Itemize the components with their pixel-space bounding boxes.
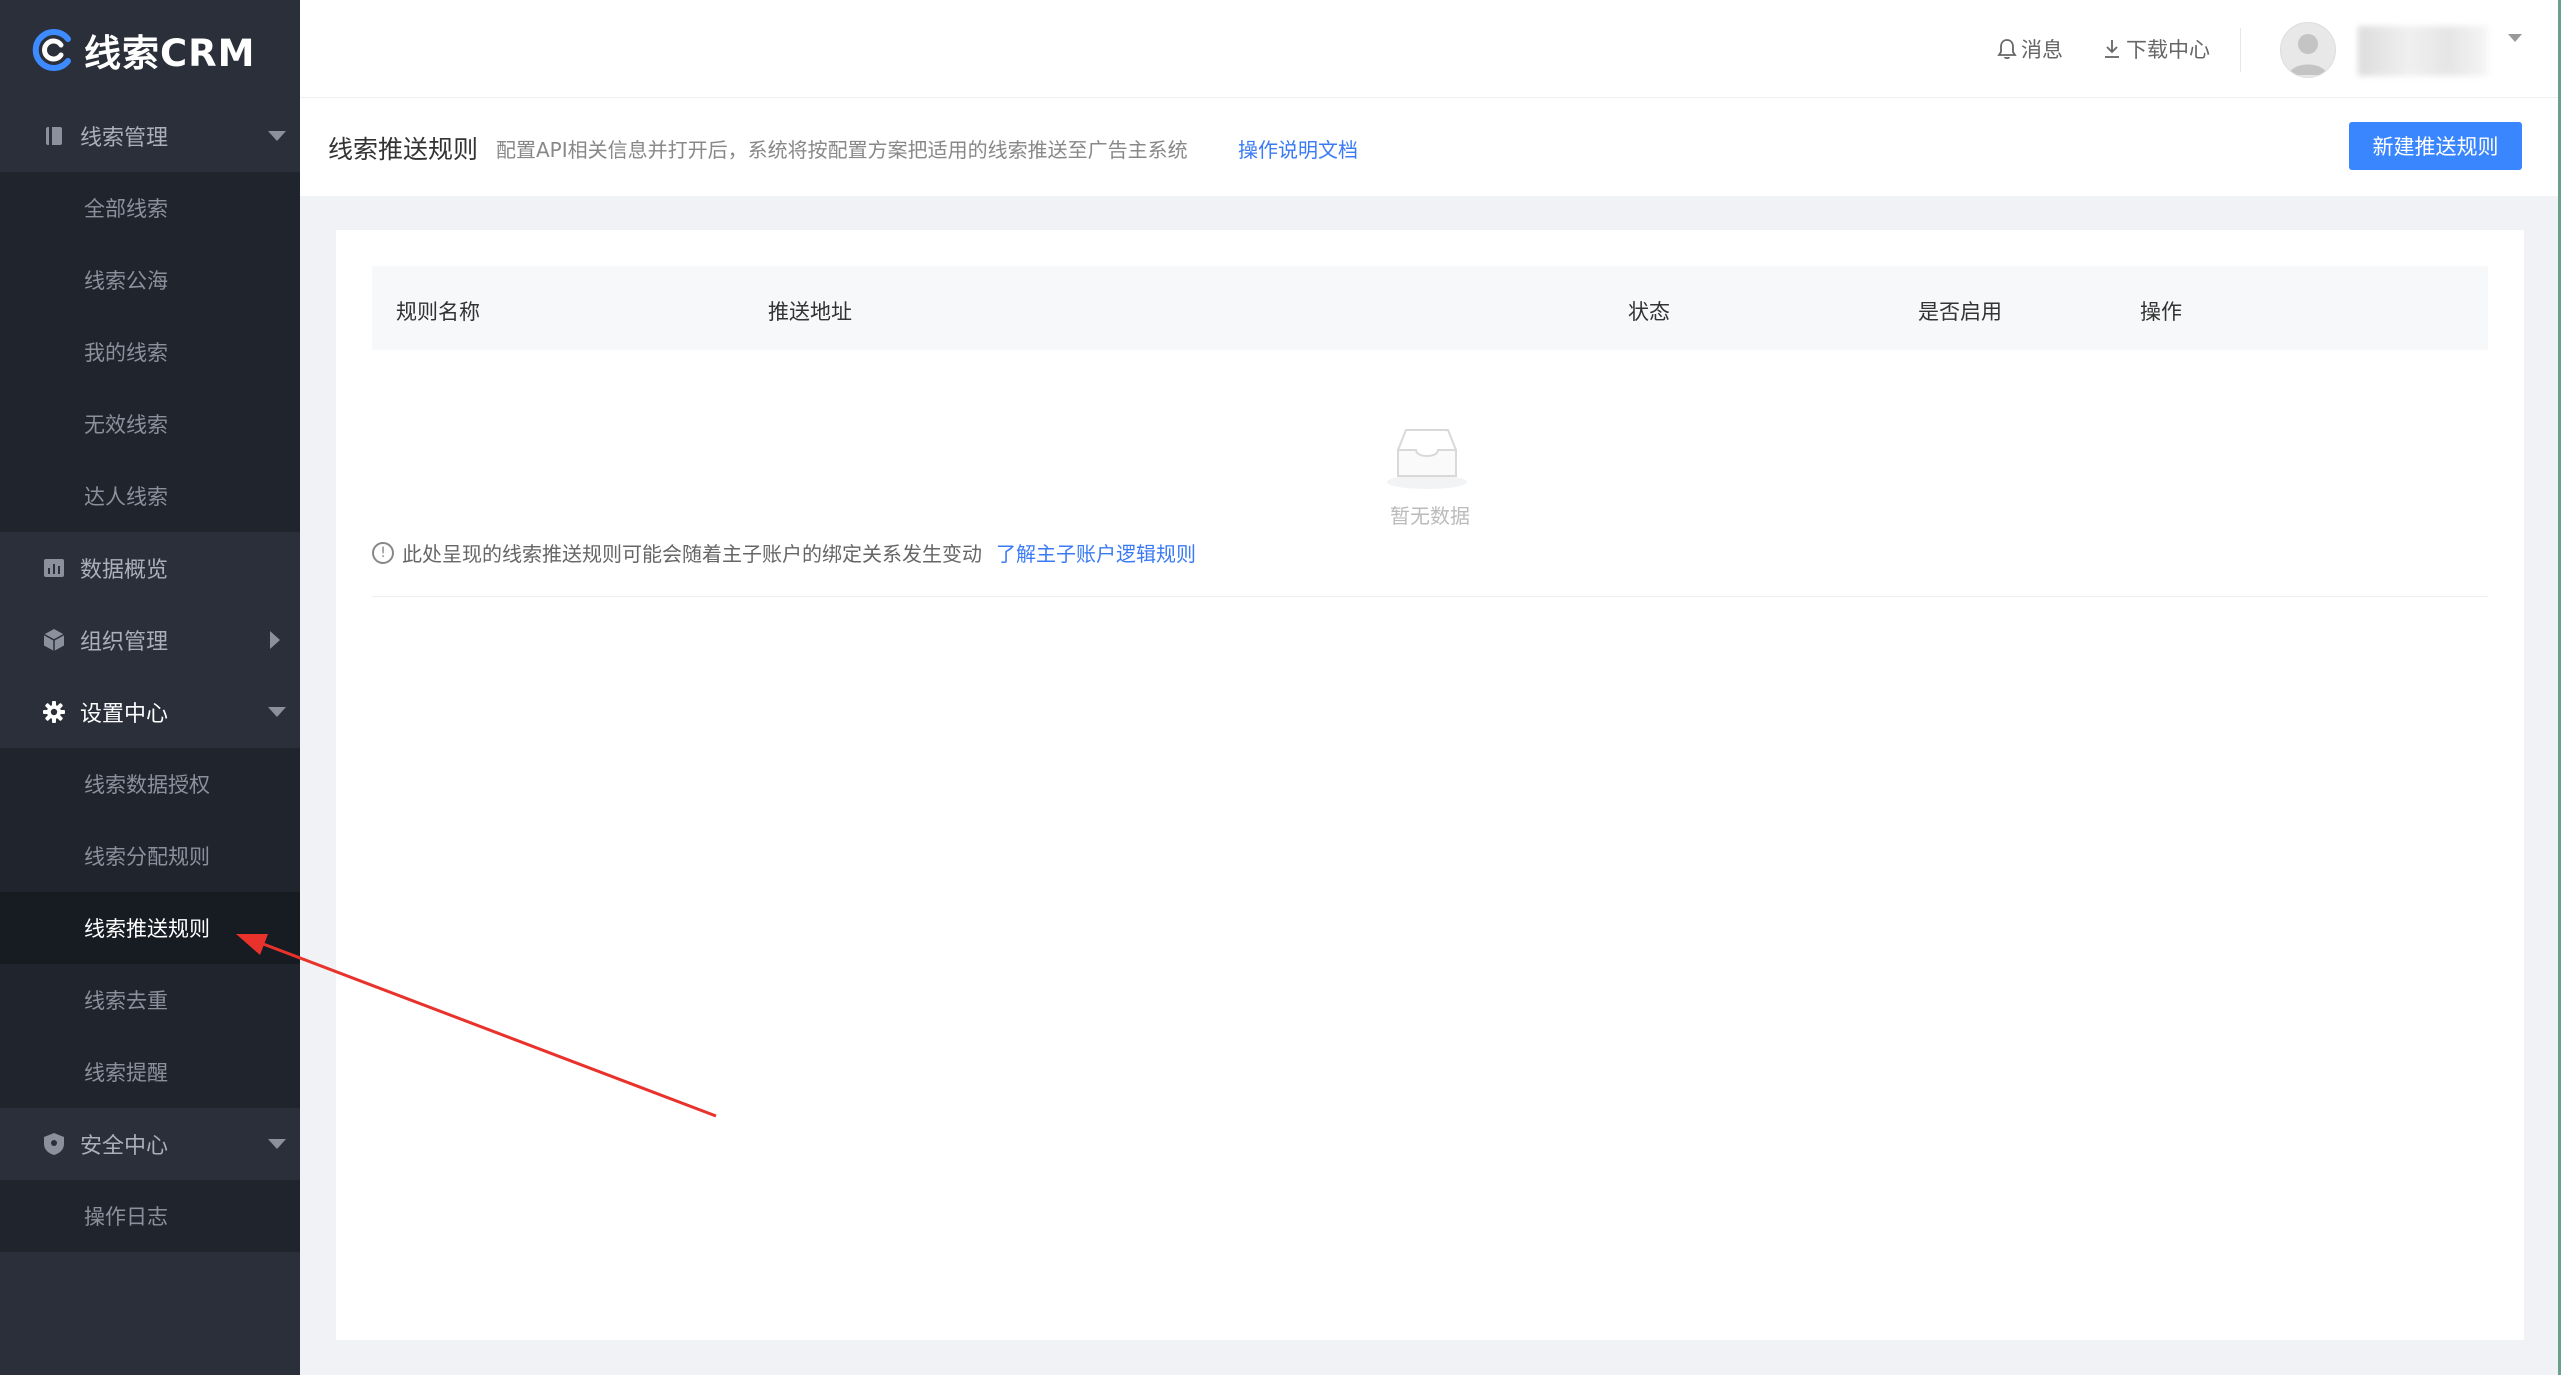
header-divider: [2240, 28, 2241, 72]
sidebar-item-lead-reminder[interactable]: 线索提醒: [0, 1036, 300, 1108]
shield-icon: [42, 1132, 66, 1156]
download-center-link[interactable]: 下载中心: [2102, 34, 2210, 64]
sidebar-item-influencer-leads[interactable]: 达人线索: [0, 460, 300, 532]
messages-link[interactable]: 消息: [1997, 34, 2063, 64]
sidebar-item-my-leads[interactable]: 我的线索: [0, 316, 300, 388]
account-logic-link[interactable]: 了解主子账户逻辑规则: [996, 538, 1196, 567]
bar-chart-icon: [42, 556, 66, 580]
menu-group-org[interactable]: 组织管理: [0, 604, 300, 676]
column-header-actions: 操作: [2140, 300, 2182, 324]
logo-icon: [32, 29, 71, 71]
avatar[interactable]: [2280, 22, 2336, 78]
sidebar: 线索CRM 线索管理 全部线索 线索公海 我的线索 无效线索 达人线索 数据概览: [0, 0, 300, 1375]
empty-state-text: 暂无数据: [1390, 504, 1470, 528]
page-description: 配置API相关信息并打开后，系统将按配置方案把适用的线索推送至广告主系统: [496, 138, 1188, 162]
chevron-right-icon: [270, 631, 280, 649]
table-header: 规则名称 推送地址 状态 是否启用 操作: [372, 266, 2488, 350]
column-header-status: 状态: [1628, 300, 1670, 324]
user-name-blurred[interactable]: [2358, 26, 2488, 76]
menu-group-label: 线索管理: [80, 126, 169, 151]
submenu-leads: 全部线索 线索公海 我的线索 无效线索 达人线索: [0, 172, 300, 532]
sidebar-item-lead-pool[interactable]: 线索公海: [0, 244, 300, 316]
column-header-push-url: 推送地址: [768, 300, 852, 324]
menu-group-security[interactable]: 安全中心: [0, 1108, 300, 1180]
page-title: 线索推送规则: [328, 135, 479, 164]
column-header-rule-name: 规则名称: [396, 300, 480, 324]
column-header-enabled: 是否启用: [1918, 300, 2002, 324]
sidebar-item-invalid-leads[interactable]: 无效线索: [0, 388, 300, 460]
notice: ! 此处呈现的线索推送规则可能会随着主子账户的绑定关系发生变动 了解主子账户逻辑…: [372, 538, 1196, 567]
sidebar-item-all-leads[interactable]: 全部线索: [0, 172, 300, 244]
divider: [372, 596, 2488, 597]
cube-icon: [42, 628, 66, 652]
logo[interactable]: 线索CRM: [0, 0, 300, 100]
chevron-down-icon: [268, 707, 286, 717]
top-header: 消息 下载中心: [300, 0, 2561, 98]
notice-text: 此处呈现的线索推送规则可能会随着主子账户的绑定关系发生变动: [402, 542, 982, 566]
content-card: 规则名称 推送地址 状态 是否启用 操作 暂无数据 ! 此处呈现的线索推送规则可…: [336, 230, 2524, 1340]
sidebar-item-lead-dedup[interactable]: 线索去重: [0, 964, 300, 1036]
messages-label: 消息: [2021, 38, 2063, 62]
operation-doc-link[interactable]: 操作说明文档: [1238, 134, 1358, 163]
gear-icon: [42, 700, 66, 724]
info-icon: !: [372, 541, 394, 564]
submenu-settings: 线索数据授权 线索分配规则 线索推送规则 线索去重 线索提醒: [0, 748, 300, 1108]
menu-group-label: 组织管理: [80, 630, 169, 655]
chevron-down-icon: [268, 1139, 286, 1149]
sidebar-item-operation-log[interactable]: 操作日志: [0, 1180, 300, 1252]
menu-group-leads[interactable]: 线索管理: [0, 100, 300, 172]
menu-group-label: 设置中心: [80, 702, 169, 727]
logo-text: 线索CRM: [84, 32, 256, 75]
download-center-label: 下载中心: [2126, 38, 2210, 62]
menu-group-data-overview[interactable]: 数据概览: [0, 532, 300, 604]
menu-group-settings[interactable]: 设置中心: [0, 676, 300, 748]
submenu-security: 操作日志: [0, 1180, 300, 1252]
download-icon: [2105, 40, 2119, 58]
user-avatar-icon: [2289, 34, 2327, 75]
book-icon: [42, 124, 66, 148]
sidebar-item-lead-data-auth[interactable]: 线索数据授权: [0, 748, 300, 820]
page-header: 线索推送规则 配置API相关信息并打开后，系统将按配置方案把适用的线索推送至广告…: [300, 98, 2561, 196]
sidebar-item-lead-push-rules[interactable]: 线索推送规则: [0, 892, 300, 964]
sidebar-menu: 线索管理 全部线索 线索公海 我的线索 无效线索 达人线索 数据概览 组织管理: [0, 100, 300, 1252]
empty-inbox-icon: [1387, 429, 1467, 489]
new-push-rule-button[interactable]: 新建推送规则: [2349, 122, 2522, 170]
chevron-down-icon: [268, 131, 286, 141]
chevron-down-icon[interactable]: [2508, 34, 2522, 42]
menu-group-label: 安全中心: [80, 1134, 169, 1159]
sidebar-item-lead-assign-rules[interactable]: 线索分配规则: [0, 820, 300, 892]
menu-group-label: 数据概览: [80, 558, 169, 583]
bell-icon: [1997, 39, 2017, 60]
